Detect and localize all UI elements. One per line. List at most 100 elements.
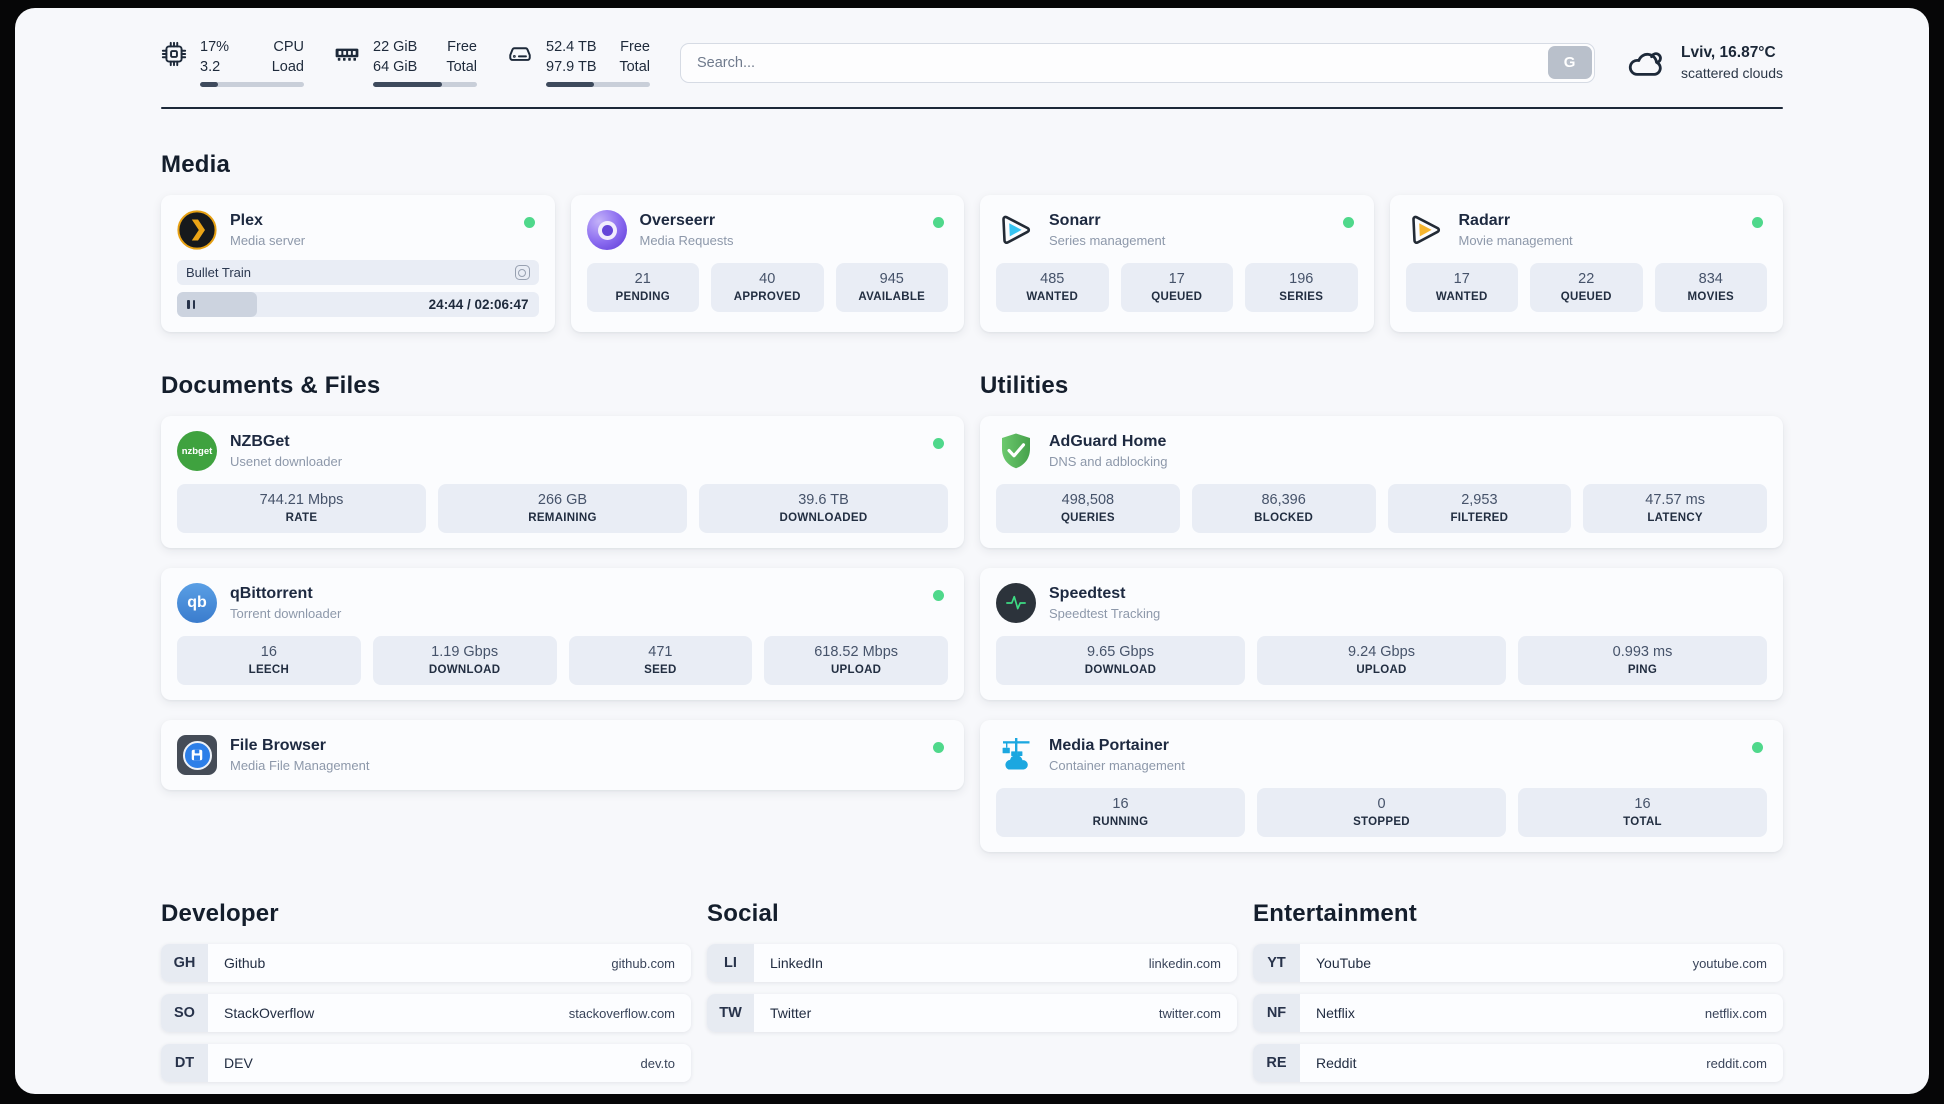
app-name: NZBGet — [230, 433, 290, 451]
stat-ping: 0.993 ms PING — [1518, 636, 1767, 686]
link-name: Reddit — [1316, 1055, 1357, 1072]
stat-queued: 22 QUEUED — [1530, 263, 1643, 313]
cpu-progress-bar — [200, 82, 304, 88]
link-abbr: NF — [1253, 994, 1300, 1033]
app-card-speedtest[interactable]: Speedtest Speedtest Tracking 9.65 Gbps D… — [980, 568, 1783, 701]
ram-icon — [335, 48, 359, 61]
link-reddit[interactable]: RE Reddit reddit.com — [1253, 1044, 1783, 1083]
playback-progress-bar: 24:44 / 02:06:47 — [177, 292, 539, 318]
section-title-entertainment: Entertainment — [1253, 900, 1417, 928]
status-online-dot — [1342, 217, 1354, 229]
search-bar: G — [680, 42, 1596, 83]
link-dev[interactable]: DT DEV dev.to — [161, 1044, 691, 1083]
speedtest-icon — [996, 583, 1036, 624]
cpu-icon — [161, 41, 187, 67]
ram-progress-bar — [373, 82, 477, 88]
link-abbr: GH — [161, 944, 208, 983]
app-description: Media server — [230, 233, 306, 249]
link-stackoverflow[interactable]: SO StackOverflow stackoverflow.com — [161, 994, 691, 1033]
session-camera-icon — [514, 265, 530, 281]
stat-seed: 471 SEED — [568, 636, 753, 686]
link-name: Twitter — [770, 1005, 812, 1022]
app-description: Usenet downloader — [230, 454, 343, 470]
nzbget-icon: nzbget — [177, 431, 217, 472]
app-name: Radarr — [1458, 212, 1511, 230]
stat-latency: 47.57 ms LATENCY — [1583, 484, 1767, 534]
app-description: Container management — [1049, 758, 1185, 774]
stat-pending: 21 PENDING — [586, 263, 699, 313]
link-linkedin[interactable]: LI LinkedIn linkedin.com — [707, 944, 1237, 983]
link-abbr: YT — [1253, 944, 1300, 983]
app-card-plex[interactable]: Plex Media server Bullet Train 24:44 / 0… — [161, 195, 555, 333]
link-url: github.com — [611, 955, 675, 971]
app-name: AdGuard Home — [1049, 433, 1167, 451]
dashboard-page: 17% 3.2 CPU Load 22 GiB 64 GiB Free Tota… — [15, 8, 1929, 1094]
app-card-overseerr[interactable]: Overseerr Media Requests 21 PENDING 40 A… — [570, 195, 964, 333]
app-card-filebrowser[interactable]: File Browser Media File Management — [161, 720, 964, 791]
section-title-developer: Developer — [161, 900, 279, 928]
stat-download: 1.19 Gbps DOWNLOAD — [372, 636, 557, 686]
app-card-nzbget[interactable]: nzbget NZBGet Usenet downloader 744.21 M… — [161, 416, 964, 549]
disk-free-value: 52.4 TB — [546, 39, 597, 55]
disk-progress-bar — [546, 82, 650, 88]
app-name: Media Portainer — [1049, 737, 1170, 755]
app-description: DNS and adblocking — [1049, 454, 1168, 470]
app-description: Movie management — [1458, 233, 1573, 249]
cpu-load-label: Load — [271, 58, 304, 75]
stat-upload: 618.52 Mbps UPLOAD — [764, 636, 948, 686]
stat-filtered: 2,953 FILTERED — [1387, 484, 1572, 534]
search-input[interactable] — [681, 43, 1546, 82]
link-abbr: RE — [1253, 1044, 1300, 1083]
app-name: Sonarr — [1049, 212, 1101, 230]
pause-icon[interactable] — [187, 300, 196, 310]
ram-free-value: 22 GiB — [373, 39, 418, 55]
link-url: reddit.com — [1706, 1055, 1767, 1071]
overseerr-icon — [586, 210, 627, 251]
adguard-icon — [996, 431, 1036, 471]
disk-total-label: Total — [619, 58, 650, 75]
stat-blocked: 86,396 BLOCKED — [1191, 484, 1376, 534]
stat-queued: 17 QUEUED — [1120, 263, 1233, 313]
link-url: twitter.com — [1158, 1005, 1221, 1021]
ram-total-label: Total — [446, 58, 477, 75]
link-url: linkedin.com — [1148, 955, 1221, 971]
section-title-social: Social — [707, 900, 779, 928]
app-name: qBittorrent — [230, 585, 313, 603]
app-description: Media File Management — [230, 758, 370, 774]
stat-rate: 744.21 Mbps RATE — [177, 484, 426, 534]
link-url: dev.to — [640, 1055, 675, 1071]
stat-downloaded: 39.6 TB DOWNLOADED — [699, 484, 948, 534]
link-github[interactable]: GH Github github.com — [161, 944, 691, 983]
cpu-usage-label: CPU — [273, 39, 304, 55]
stat-remaining: 266 GB REMAINING — [438, 484, 687, 534]
app-card-qbittorrent[interactable]: qb qBittorrent Torrent downloader 16 LEE… — [161, 568, 964, 701]
stat-total: 16 TOTAL — [1518, 788, 1767, 838]
app-card-portainer[interactable]: Media Portainer Container management 16 … — [980, 720, 1783, 853]
link-name: Netflix — [1316, 1005, 1355, 1022]
stat-approved: 40 APPROVED — [711, 263, 824, 313]
section-media: Media Plex Media server Bullet Train 24:… — [161, 151, 1783, 333]
now-playing-row: Bullet Train — [177, 260, 539, 286]
top-bar: 17% 3.2 CPU Load 22 GiB 64 GiB Free Tota… — [161, 38, 1783, 88]
app-description: Speedtest Tracking — [1049, 606, 1161, 622]
stat-series: 196 SERIES — [1245, 263, 1358, 313]
stat-leech: 16 LEECH — [177, 636, 361, 686]
link-netflix[interactable]: NF Netflix netflix.com — [1253, 994, 1783, 1033]
app-card-radarr[interactable]: Radarr Movie management 17 WANTED 22 QUE… — [1389, 195, 1783, 333]
app-card-sonarr[interactable]: Sonarr Series management 485 WANTED 17 Q… — [980, 195, 1374, 333]
app-card-adguard[interactable]: AdGuard Home DNS and adblocking 498,508 … — [980, 416, 1783, 549]
cloud-icon — [1628, 51, 1662, 76]
link-youtube[interactable]: YT YouTube youtube.com — [1253, 944, 1783, 983]
link-twitter[interactable]: TW Twitter twitter.com — [707, 994, 1237, 1033]
section-title-utilities: Utilities — [980, 372, 1069, 400]
sonarr-icon — [996, 210, 1036, 250]
link-abbr: LI — [707, 944, 754, 983]
disk-icon — [509, 47, 531, 61]
search-engine-button[interactable]: G — [1547, 46, 1592, 80]
app-name: Speedtest — [1049, 585, 1126, 603]
app-description: Media Requests — [639, 233, 734, 249]
section-utilities: Utilities AdGuard Home DNS and adblockin… — [980, 372, 1783, 853]
app-name: File Browser — [230, 737, 327, 755]
radarr-icon — [1406, 210, 1446, 250]
disk-metric: 52.4 TB 97.9 TB Free Total — [507, 38, 650, 88]
